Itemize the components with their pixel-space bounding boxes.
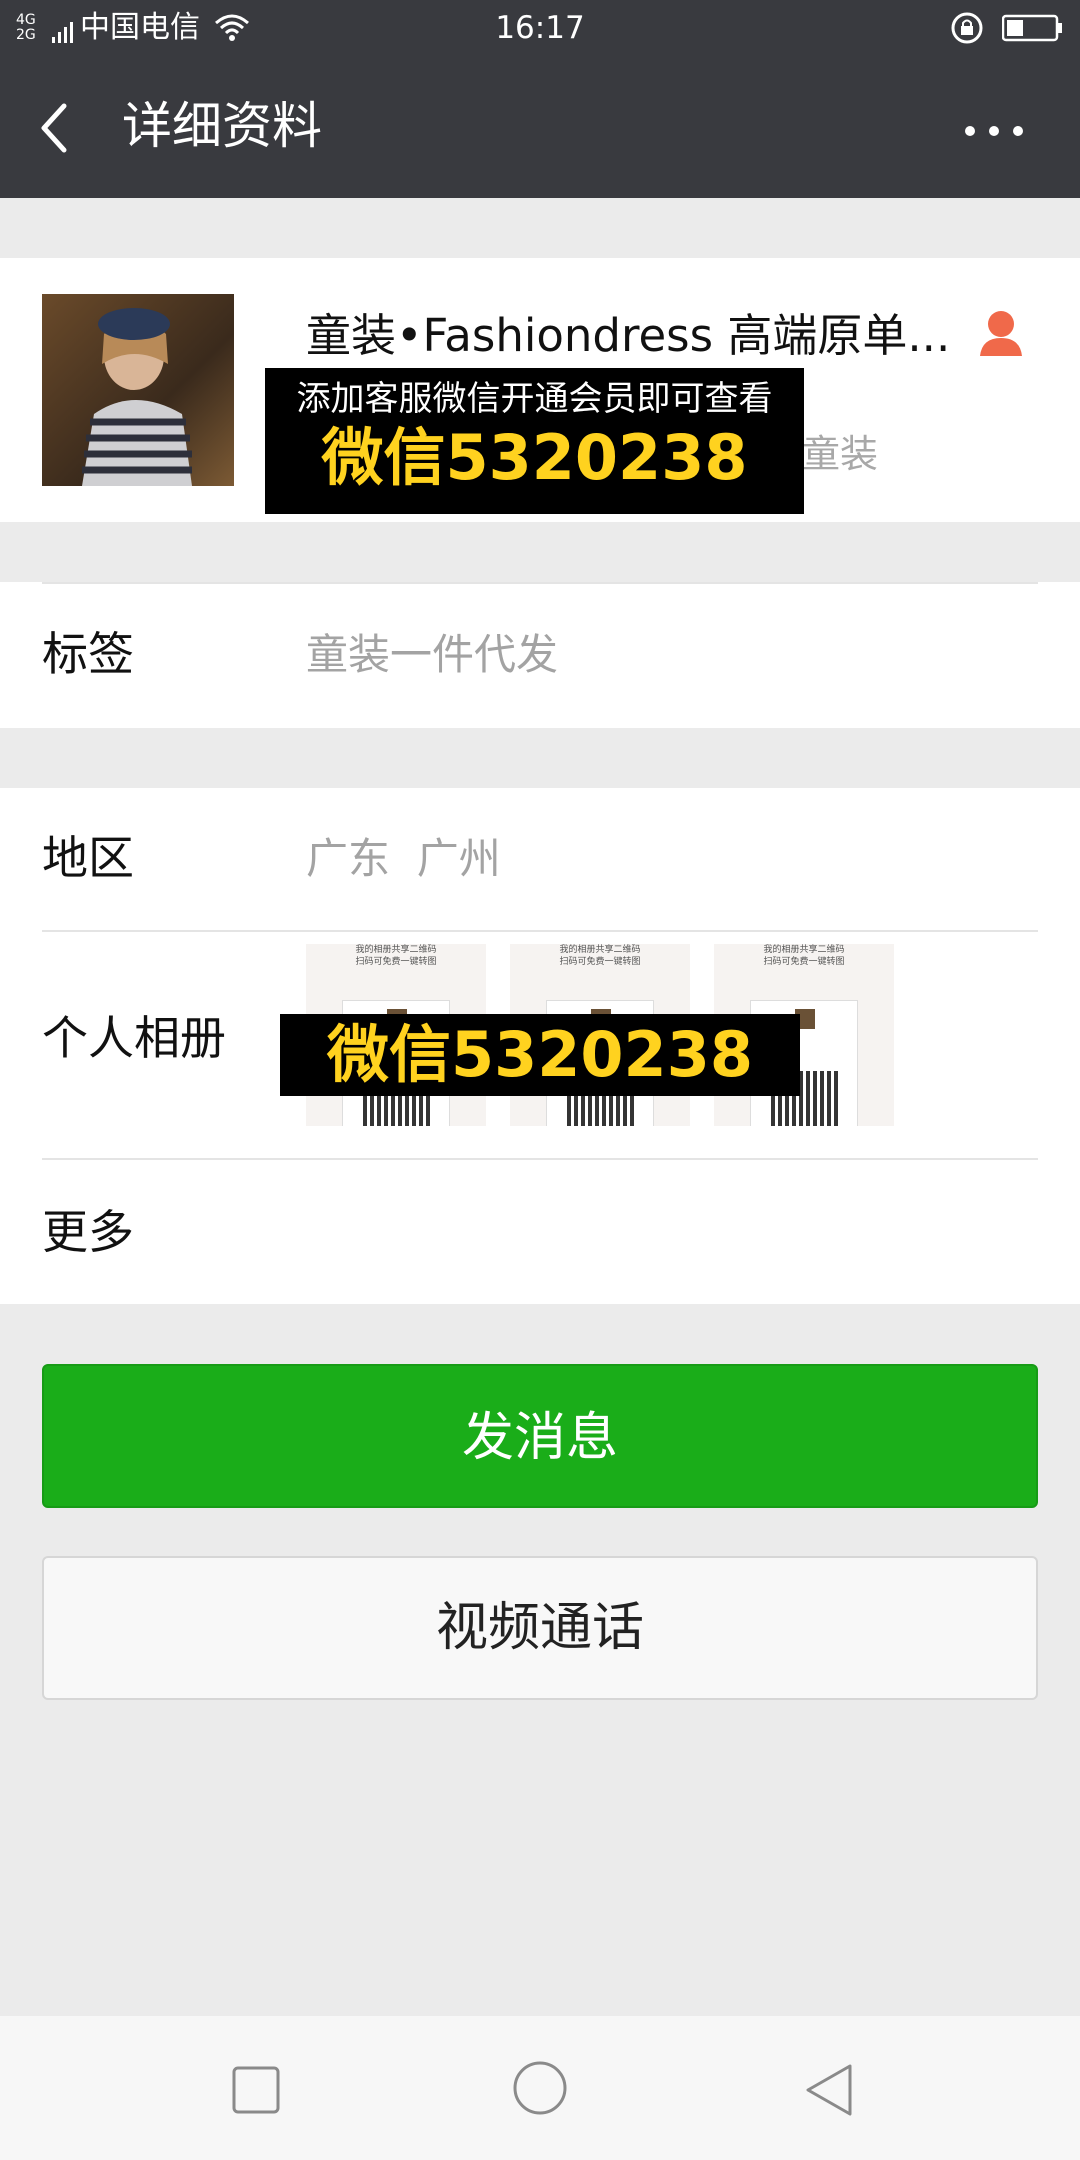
watermark-text-small: 添加客服微信开通会员即可查看 xyxy=(296,379,773,419)
back-nav-button[interactable] xyxy=(800,2060,860,2120)
more-button[interactable] xyxy=(960,116,1030,146)
chevron-left-icon xyxy=(41,103,67,153)
album-label: 个人相册 xyxy=(42,1011,226,1065)
profile-name: 童装•Fashiondress 高端原单... xyxy=(306,309,951,362)
rotation-lock-icon xyxy=(950,11,986,45)
thumb-caption: 扫码可免费一键转图 xyxy=(355,957,437,967)
thumb-caption: 我的相册共享二维码 xyxy=(559,945,641,955)
info-group: 地区 广东 广州 个人相册 我的相册共享二维码 扫码可免费一键转图 我的相册共享… xyxy=(0,788,1080,1304)
page-title: 详细资料 xyxy=(122,97,322,155)
video-call-button[interactable]: 视频通话 xyxy=(42,1556,1038,1700)
region-label: 地区 xyxy=(42,831,134,885)
thumb-caption: 扫码可免费一键转图 xyxy=(559,957,641,967)
divider xyxy=(42,582,1038,584)
person-orange-icon xyxy=(978,308,1024,358)
watermark-text-big: 微信5320238 xyxy=(327,1018,753,1091)
thumb-caption: 扫码可免费一键转图 xyxy=(763,957,845,967)
thumb-caption: 我的相册共享二维码 xyxy=(763,945,845,955)
battery-icon xyxy=(1001,13,1064,43)
more-label: 更多 xyxy=(42,1205,134,1259)
profile-card: 童装•Fashiondress 高端原单... 童装 添加客服微信开通会员即可查… xyxy=(0,258,1080,522)
circle-icon xyxy=(513,2061,567,2115)
square-icon xyxy=(232,2066,280,2114)
more-dots-icon xyxy=(965,126,1023,136)
album-row[interactable]: 个人相册 我的相册共享二维码 扫码可免费一键转图 我的相册共享二维码 扫码可免费… xyxy=(0,932,1080,1146)
tags-row[interactable]: 标签 童装一件代发 xyxy=(0,582,1080,728)
avatar[interactable] xyxy=(42,294,234,486)
thumb-caption: 我的相册共享二维码 xyxy=(355,945,437,955)
profile-subtitle: 童装 xyxy=(802,432,879,476)
region-row: 地区 广东 广州 xyxy=(0,788,1080,930)
home-button[interactable] xyxy=(510,2058,570,2118)
recents-button[interactable] xyxy=(228,2062,284,2118)
nav-bar: 详细资料 xyxy=(0,56,1080,198)
send-message-button[interactable]: 发消息 xyxy=(42,1364,1038,1508)
tags-label: 标签 xyxy=(42,627,134,681)
more-row[interactable]: 更多 xyxy=(0,1160,1080,1304)
system-nav-bar xyxy=(0,2016,1080,2160)
back-button[interactable] xyxy=(34,100,82,156)
profile-watermark: 添加客服微信开通会员即可查看 微信5320238 xyxy=(265,368,804,514)
album-watermark: 微信5320238 xyxy=(280,1014,800,1096)
region-value: 广东 广州 xyxy=(306,834,501,883)
triangle-back-icon xyxy=(806,2064,852,2116)
clock: 16:17 xyxy=(495,10,585,46)
status-bar: 4G 2G 中国电信 16:17 xyxy=(0,0,1080,56)
tags-value: 童装一件代发 xyxy=(306,630,559,679)
watermark-text-big: 微信5320238 xyxy=(321,421,748,494)
